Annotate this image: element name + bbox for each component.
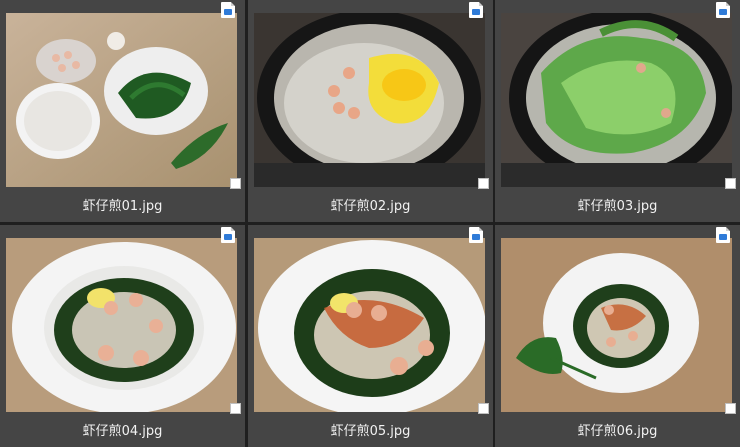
file-grid: 虾仔煎01.jpg 虾仔煎02.jpg 虾仔煎03.jpg 虾仔煎04.jpg … [0,0,740,447]
file-tile[interactable]: 虾仔煎01.jpg [0,0,245,222]
file-name-label: 虾仔煎03.jpg [577,199,658,214]
file-tile[interactable]: 虾仔煎02.jpg [248,0,493,222]
image-file-icon [469,227,483,243]
image-file-icon [716,2,730,18]
file-tile[interactable]: 虾仔煎03.jpg [495,0,740,222]
select-checkbox[interactable] [478,178,489,189]
image-file-icon [221,227,235,243]
select-checkbox[interactable] [725,403,736,414]
select-checkbox[interactable] [230,178,241,189]
thumbnail-image[interactable] [254,238,485,412]
thumbnail-image[interactable] [254,13,485,187]
select-checkbox[interactable] [725,178,736,189]
image-file-icon [716,227,730,243]
thumbnail-image[interactable] [6,13,237,187]
file-tile[interactable]: 虾仔煎05.jpg [248,225,493,447]
thumbnail-image[interactable] [501,238,732,412]
thumbnail-image[interactable] [6,238,237,412]
select-checkbox[interactable] [230,403,241,414]
file-name-label: 虾仔煎01.jpg [82,199,163,214]
image-file-icon [221,2,235,18]
image-file-icon [469,2,483,18]
file-tile[interactable]: 虾仔煎04.jpg [0,225,245,447]
file-tile[interactable]: 虾仔煎06.jpg [495,225,740,447]
file-name-label: 虾仔煎02.jpg [330,199,411,214]
thumbnail-image[interactable] [501,13,732,187]
file-name-label: 虾仔煎06.jpg [577,424,658,439]
select-checkbox[interactable] [478,403,489,414]
file-name-label: 虾仔煎04.jpg [82,424,163,439]
file-name-label: 虾仔煎05.jpg [330,424,411,439]
